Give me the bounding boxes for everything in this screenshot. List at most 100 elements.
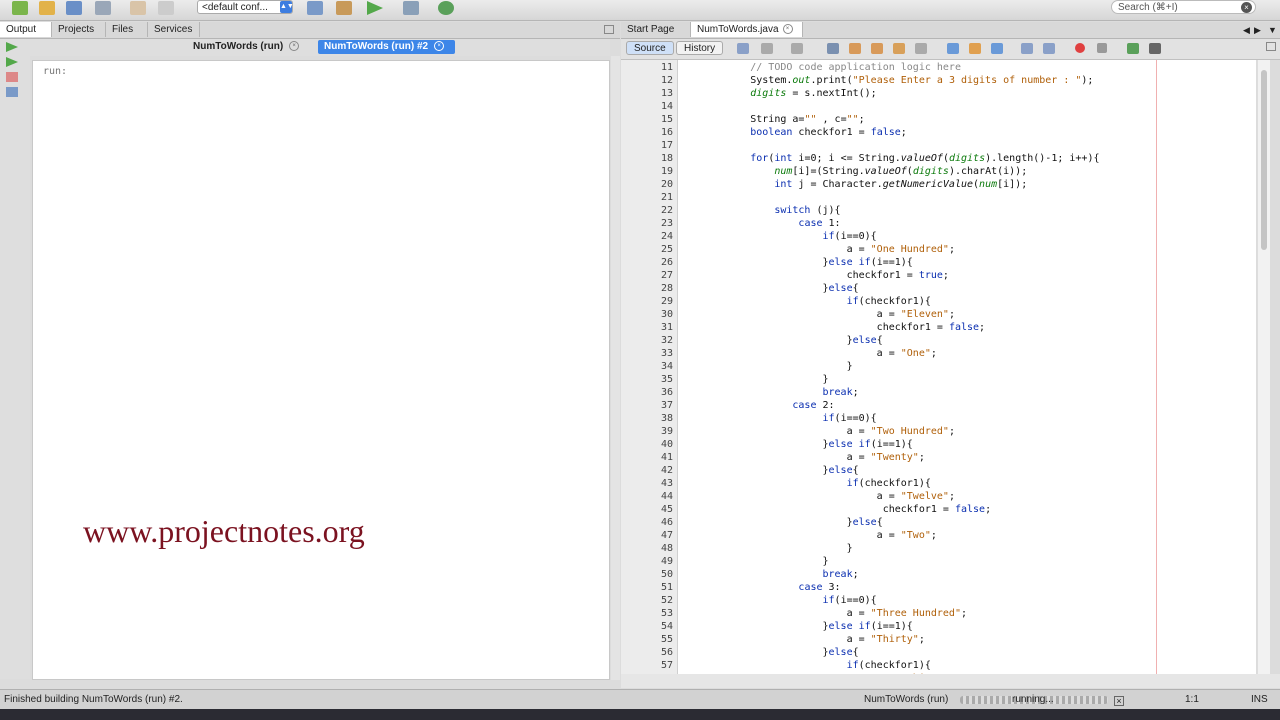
run-icon[interactable] (367, 1, 383, 15)
code-line[interactable]: digits = s.nextInt(); (678, 87, 876, 100)
code-line[interactable]: // TODO code application logic here (678, 61, 961, 74)
scroll-tabs-right-icon[interactable]: ▶ (1254, 25, 1261, 36)
history-button[interactable]: History (676, 41, 724, 55)
stop-icon[interactable] (6, 72, 18, 82)
code-line[interactable]: }else if(i==1){ (678, 438, 912, 451)
config-select[interactable]: <default conf... ▲▼ (197, 0, 294, 14)
open-project-icon[interactable] (66, 1, 82, 15)
comment-icon[interactable] (1127, 43, 1139, 54)
code-line[interactable]: a = "Twelve"; (678, 490, 955, 503)
stop-macro-icon[interactable] (1097, 43, 1107, 53)
search-input[interactable]: Search (⌘+I) × (1111, 0, 1256, 14)
code-line[interactable]: } (678, 373, 828, 386)
close-icon[interactable]: × (289, 41, 300, 52)
source-button[interactable]: Source (626, 41, 674, 55)
code-line[interactable]: }else{ (678, 334, 883, 347)
code-line[interactable]: if(i==0){ (678, 230, 877, 243)
tab-output[interactable]: Output× (0, 22, 52, 50)
tab-start-page[interactable]: Start Page× (621, 22, 691, 50)
next-bookmark-icon[interactable] (969, 43, 981, 54)
previous-bookmark-icon[interactable] (947, 43, 959, 54)
code-line[interactable]: a = "Two Hundred"; (678, 425, 955, 438)
code-line[interactable]: a = "Thirty"; (678, 633, 925, 646)
output-tab-run[interactable]: NumToWords (run) × (187, 40, 305, 54)
code-line[interactable]: }else if(i==1){ (678, 256, 912, 269)
code-line[interactable]: System.out.print("Please Enter a 3 digit… (678, 74, 1093, 87)
output-scrollbar[interactable] (611, 56, 620, 680)
code-line[interactable]: boolean checkfor1 = false; (678, 126, 907, 139)
start-macro-icon[interactable] (1075, 43, 1085, 53)
code-line[interactable]: if(i==0){ (678, 594, 877, 607)
tab-files[interactable]: Files (106, 22, 148, 37)
forward-icon[interactable] (791, 43, 803, 54)
new-file-icon[interactable] (12, 1, 28, 15)
running-task-name[interactable]: NumToWords (run) (864, 694, 948, 706)
tab-list-icon[interactable]: ▼ (1268, 25, 1277, 35)
clean-build-icon[interactable] (336, 1, 352, 15)
find-icon[interactable] (827, 43, 839, 54)
code-line[interactable]: } (678, 542, 853, 555)
code-line[interactable]: a = "Three Hundred"; (678, 607, 967, 620)
minimize-panel-icon[interactable] (604, 25, 614, 34)
uncomment-icon[interactable] (1149, 43, 1161, 54)
code-line[interactable]: }else{ (678, 646, 858, 659)
code-line[interactable]: }else{ (678, 516, 883, 529)
toggle-highlight-icon[interactable] (893, 43, 905, 54)
code-line[interactable]: if(checkfor1){ (678, 659, 931, 672)
close-icon[interactable]: × (782, 24, 793, 35)
tab-numtowords-java[interactable]: NumToWords.java × (691, 22, 803, 37)
close-icon[interactable]: × (434, 41, 445, 52)
code-line[interactable]: a = "Twenty"; (678, 451, 925, 464)
code-line[interactable]: if(checkfor1){ (678, 477, 931, 490)
code-line[interactable]: a = "One Hundred"; (678, 243, 955, 256)
save-all-icon[interactable] (95, 1, 111, 15)
editor-horizontal-scrollbar[interactable] (621, 674, 1280, 688)
settings-icon[interactable] (6, 87, 18, 97)
code-line[interactable]: case 1: (678, 217, 840, 230)
undo-icon[interactable] (130, 1, 146, 15)
code-line[interactable]: int j = Character.getNumericValue(num[i]… (678, 178, 1027, 191)
code-line[interactable]: checkfor1 = true; (678, 269, 949, 282)
debug-icon[interactable] (403, 1, 419, 15)
code-line[interactable]: checkfor1 = false; (678, 321, 985, 334)
code-line[interactable]: case 3: (678, 581, 840, 594)
code-line[interactable]: a = "Eleven"; (678, 308, 955, 321)
code-line[interactable]: if(checkfor1){ (678, 295, 931, 308)
cancel-task-icon[interactable]: × (1114, 696, 1124, 706)
code-line[interactable]: num[i]=(String.valueOf(digits).charAt(i)… (678, 165, 1027, 178)
code-line[interactable]: a = "One"; (678, 347, 937, 360)
new-project-icon[interactable] (39, 1, 55, 15)
code-line[interactable]: case 2: (678, 399, 834, 412)
scroll-tabs-left-icon[interactable]: ◀ (1243, 25, 1250, 36)
code-line[interactable]: break; (678, 568, 859, 581)
rerun-icon[interactable] (6, 42, 18, 52)
code-line[interactable]: checkfor1 = false; (678, 503, 991, 516)
code-editor[interactable]: // TODO code application logic here Syst… (678, 60, 1256, 674)
code-line[interactable]: break; (678, 386, 859, 399)
clear-search-icon[interactable]: × (1241, 2, 1252, 13)
maximize-editor-icon[interactable] (1266, 42, 1276, 51)
editor-scroll-thumb[interactable] (1261, 70, 1267, 250)
toggle-bookmark-icon[interactable] (991, 43, 1003, 54)
editor-scrollbar[interactable] (1257, 60, 1270, 674)
tab-services[interactable]: Services (148, 22, 200, 37)
code-line[interactable]: }else{ (678, 282, 858, 295)
code-line[interactable]: }else{ (678, 464, 858, 477)
toggle-rect-selection-icon[interactable] (915, 43, 927, 54)
redo-icon[interactable] (158, 1, 174, 15)
code-line[interactable]: switch (j){ (678, 204, 840, 217)
code-line[interactable]: }else if(i==1){ (678, 620, 912, 633)
code-line[interactable]: a = "Two"; (678, 529, 937, 542)
shift-right-icon[interactable] (1043, 43, 1055, 54)
last-edit-icon[interactable] (737, 43, 749, 54)
code-line[interactable]: String a="" , c=""; (678, 113, 864, 126)
output-tab-run-2[interactable]: NumToWords (run) #2 × (318, 40, 455, 54)
profile-icon[interactable] (438, 1, 454, 15)
find-next-icon[interactable] (871, 43, 883, 54)
tab-projects[interactable]: Projects (52, 22, 106, 37)
shift-left-icon[interactable] (1021, 43, 1033, 54)
rerun-with-params-icon[interactable] (6, 57, 18, 67)
build-icon[interactable] (307, 1, 323, 15)
back-icon[interactable] (761, 43, 773, 54)
output-console[interactable]: run: www.projectnotes.org (32, 60, 610, 680)
